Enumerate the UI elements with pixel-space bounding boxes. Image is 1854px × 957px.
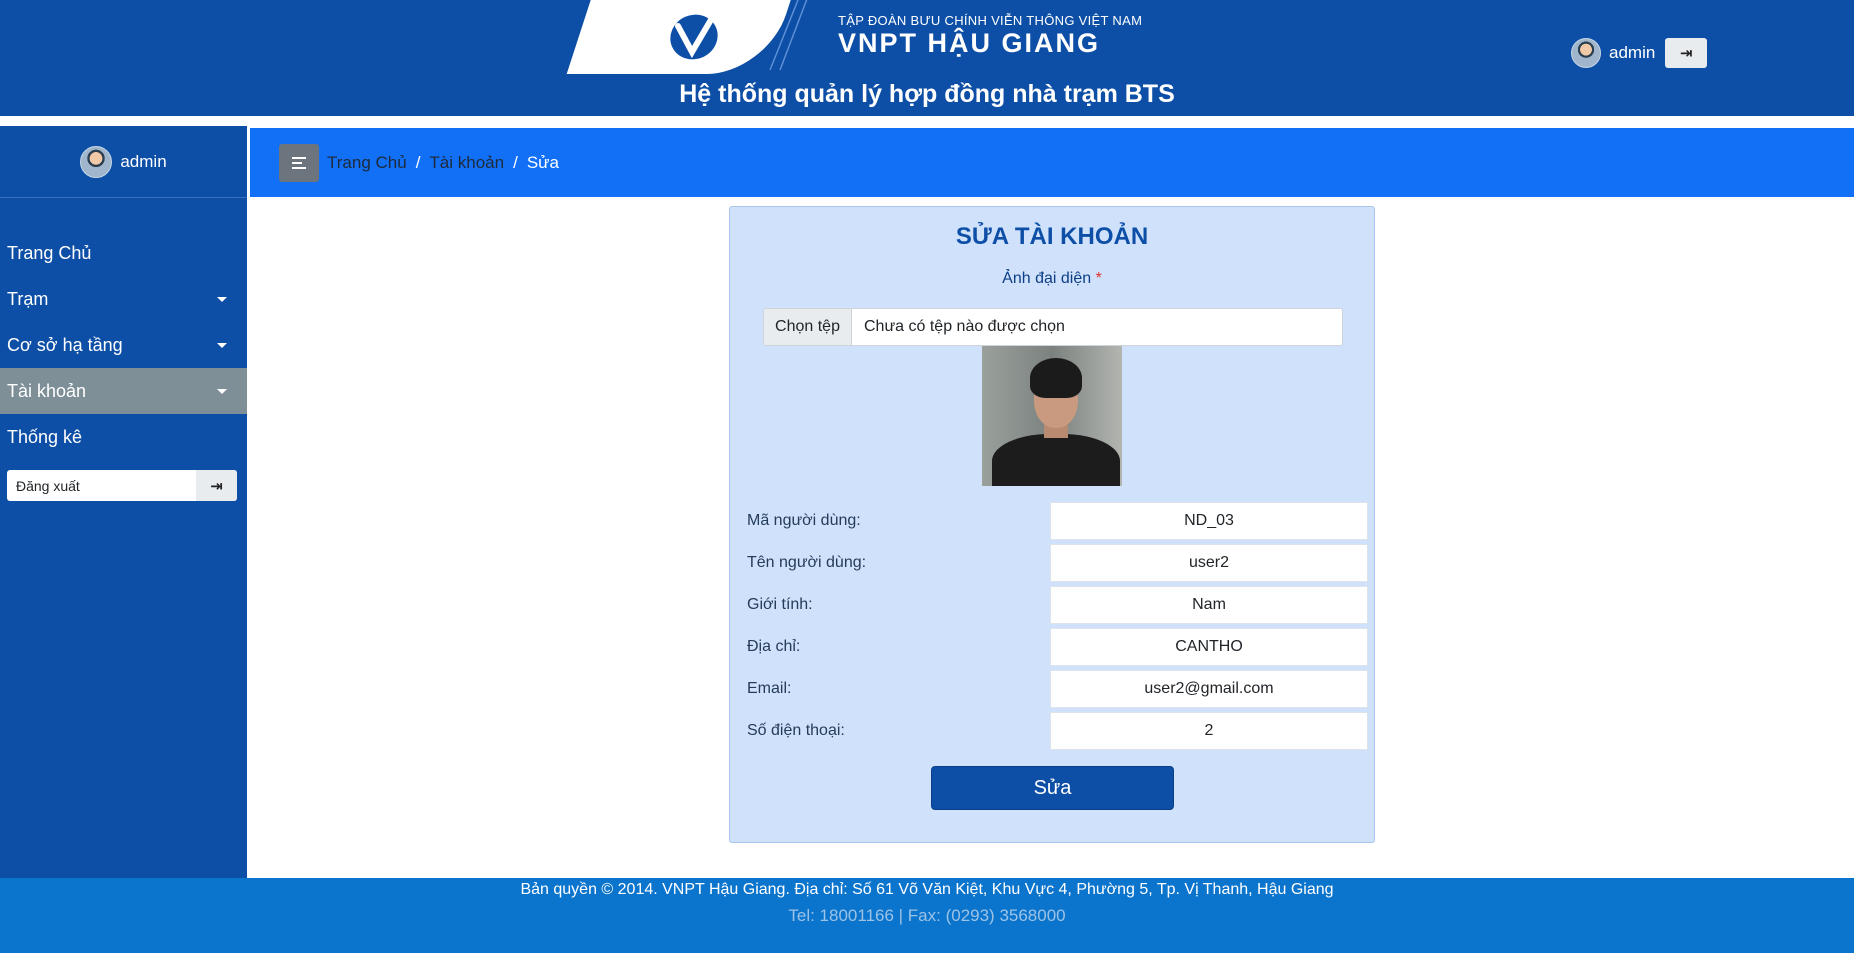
field-label: Địa chỉ: — [747, 638, 801, 655]
logout-icon: ⇥ — [1680, 45, 1693, 62]
sidebar-logout[interactable]: Đăng xuất ⇥ — [7, 470, 237, 501]
breadcrumb-separator: / — [513, 152, 518, 172]
sidebar-item-infrastructure[interactable]: Cơ sở hạ tầng — [0, 322, 247, 368]
sidebar-user: admin — [0, 126, 247, 198]
field-label: Mã người dùng: — [747, 512, 861, 529]
header-user-name[interactable]: admin — [1609, 43, 1655, 63]
field-row-gender: Giới tính: Nam — [730, 584, 1376, 626]
email-field[interactable]: user2@gmail.com — [1050, 670, 1368, 708]
sidebar-logout-button[interactable]: ⇥ — [196, 470, 237, 501]
choose-file-button[interactable]: Chọn tệp — [764, 309, 852, 345]
footer: Bản quyền © 2014. VNPT Hậu Giang. Địa ch… — [0, 878, 1854, 953]
brand-subtitle: TẬP ĐOÀN BƯU CHÍNH VIỄN THÔNG VIỆT NAM — [838, 13, 1143, 28]
field-label: Tên người dùng: — [747, 554, 867, 571]
avatar-file-input[interactable]: Chọn tệp Chưa có tệp nào được chọn — [763, 308, 1343, 346]
sidebar-logout-label: Đăng xuất — [16, 477, 80, 494]
caret-down-icon — [217, 388, 227, 394]
sidebar-item-accounts[interactable]: Tài khoản — [0, 368, 247, 414]
sidebar-menu: Trang Chủ Trạm Cơ sở hạ tầng Tài khoản T… — [0, 230, 247, 501]
field-row-email: Email: user2@gmail.com — [730, 668, 1376, 710]
field-label: Số điện thoại: — [747, 722, 845, 739]
sidebar-item-label: Trạm — [7, 288, 49, 309]
sidebar-item-home[interactable]: Trang Chủ — [0, 230, 247, 276]
user-id-field[interactable]: ND_03 — [1050, 502, 1368, 540]
avatar-label-text: Ảnh đại diện — [1002, 270, 1092, 287]
submit-edit-button[interactable]: Sửa — [931, 766, 1174, 810]
caret-down-icon — [217, 342, 227, 348]
sidebar-item-label: Tài khoản — [7, 380, 87, 401]
logout-icon: ⇥ — [210, 477, 223, 495]
user-name-field[interactable]: user2 — [1050, 544, 1368, 582]
required-mark: * — [1095, 270, 1102, 287]
sidebar-item-label: Thống kê — [7, 426, 83, 447]
field-label: Email: — [747, 680, 792, 697]
field-label: Giới tính: — [747, 596, 813, 613]
address-field[interactable]: CANTHO — [1050, 628, 1368, 666]
field-row-address: Địa chỉ: CANTHO — [730, 626, 1376, 668]
avatar-preview-image — [982, 346, 1122, 486]
phone-field[interactable]: 2 — [1050, 712, 1368, 750]
breadcrumb-separator: / — [415, 152, 421, 172]
breadcrumb-bar: Trang Chủ / Tài khoản / Sửa — [250, 128, 1854, 197]
avatar-field-label: Ảnh đại diện * — [730, 270, 1374, 288]
account-fields: Mã người dùng: ND_03 Tên người dùng: use… — [730, 500, 1376, 752]
breadcrumb-accounts-link[interactable]: Tài khoản — [429, 153, 504, 173]
sidebar-item-label: Trang Chủ — [7, 242, 92, 263]
caret-down-icon — [217, 296, 227, 302]
footer-copyright: Bản quyền © 2014. VNPT Hậu Giang. Địa ch… — [520, 881, 1334, 898]
sidebar-item-label: Cơ sở hạ tầng — [7, 334, 123, 355]
field-row-user-id: Mã người dùng: ND_03 — [730, 500, 1376, 542]
system-title: Hệ thống quản lý hợp đồng nhà trạm BTS — [679, 80, 1175, 108]
header-divider — [0, 116, 1854, 126]
avatar[interactable] — [1571, 38, 1601, 68]
breadcrumb-current: Sửa — [526, 152, 560, 172]
gender-field[interactable]: Nam — [1050, 586, 1368, 624]
brand-name: VNPT HẬU GIANG — [838, 28, 1101, 58]
file-status-text: Chưa có tệp nào được chọn — [864, 318, 1065, 335]
menu-toggle-icon — [292, 156, 306, 169]
avatar[interactable] — [80, 145, 113, 178]
breadcrumb-home-link[interactable]: Trang Chủ — [327, 153, 407, 173]
footer-contact: Tel: 18001166 | Fax: (0293) 3568000 — [788, 906, 1066, 925]
vnpt-logo-icon — [670, 14, 718, 60]
sidebar-user-name[interactable]: admin — [120, 152, 166, 172]
sidebar-item-stations[interactable]: Trạm — [0, 276, 247, 322]
header-logout-button[interactable]: ⇥ — [1665, 38, 1708, 68]
edit-account-card: SỬA TÀI KHOẢN Ảnh đại diện * Chọn tệp Ch… — [729, 206, 1375, 843]
page-title: SỬA TÀI KHOẢN — [955, 223, 1149, 250]
field-row-user-name: Tên người dùng: user2 — [730, 542, 1376, 584]
sidebar: admin Trang Chủ Trạm Cơ sở hạ tầng Tài k… — [0, 126, 247, 878]
menu-toggle-button[interactable] — [279, 143, 319, 182]
breadcrumb: Trang Chủ / Tài khoản / Sửa — [327, 153, 559, 173]
header: TẬP ĐOÀN BƯU CHÍNH VIỄN THÔNG VIỆT NAM V… — [0, 0, 1854, 116]
sidebar-item-statistics[interactable]: Thống kê — [0, 414, 247, 460]
header-user-menu: admin ⇥ — [1571, 38, 1708, 68]
field-row-phone: Số điện thoại: 2 — [730, 710, 1376, 752]
